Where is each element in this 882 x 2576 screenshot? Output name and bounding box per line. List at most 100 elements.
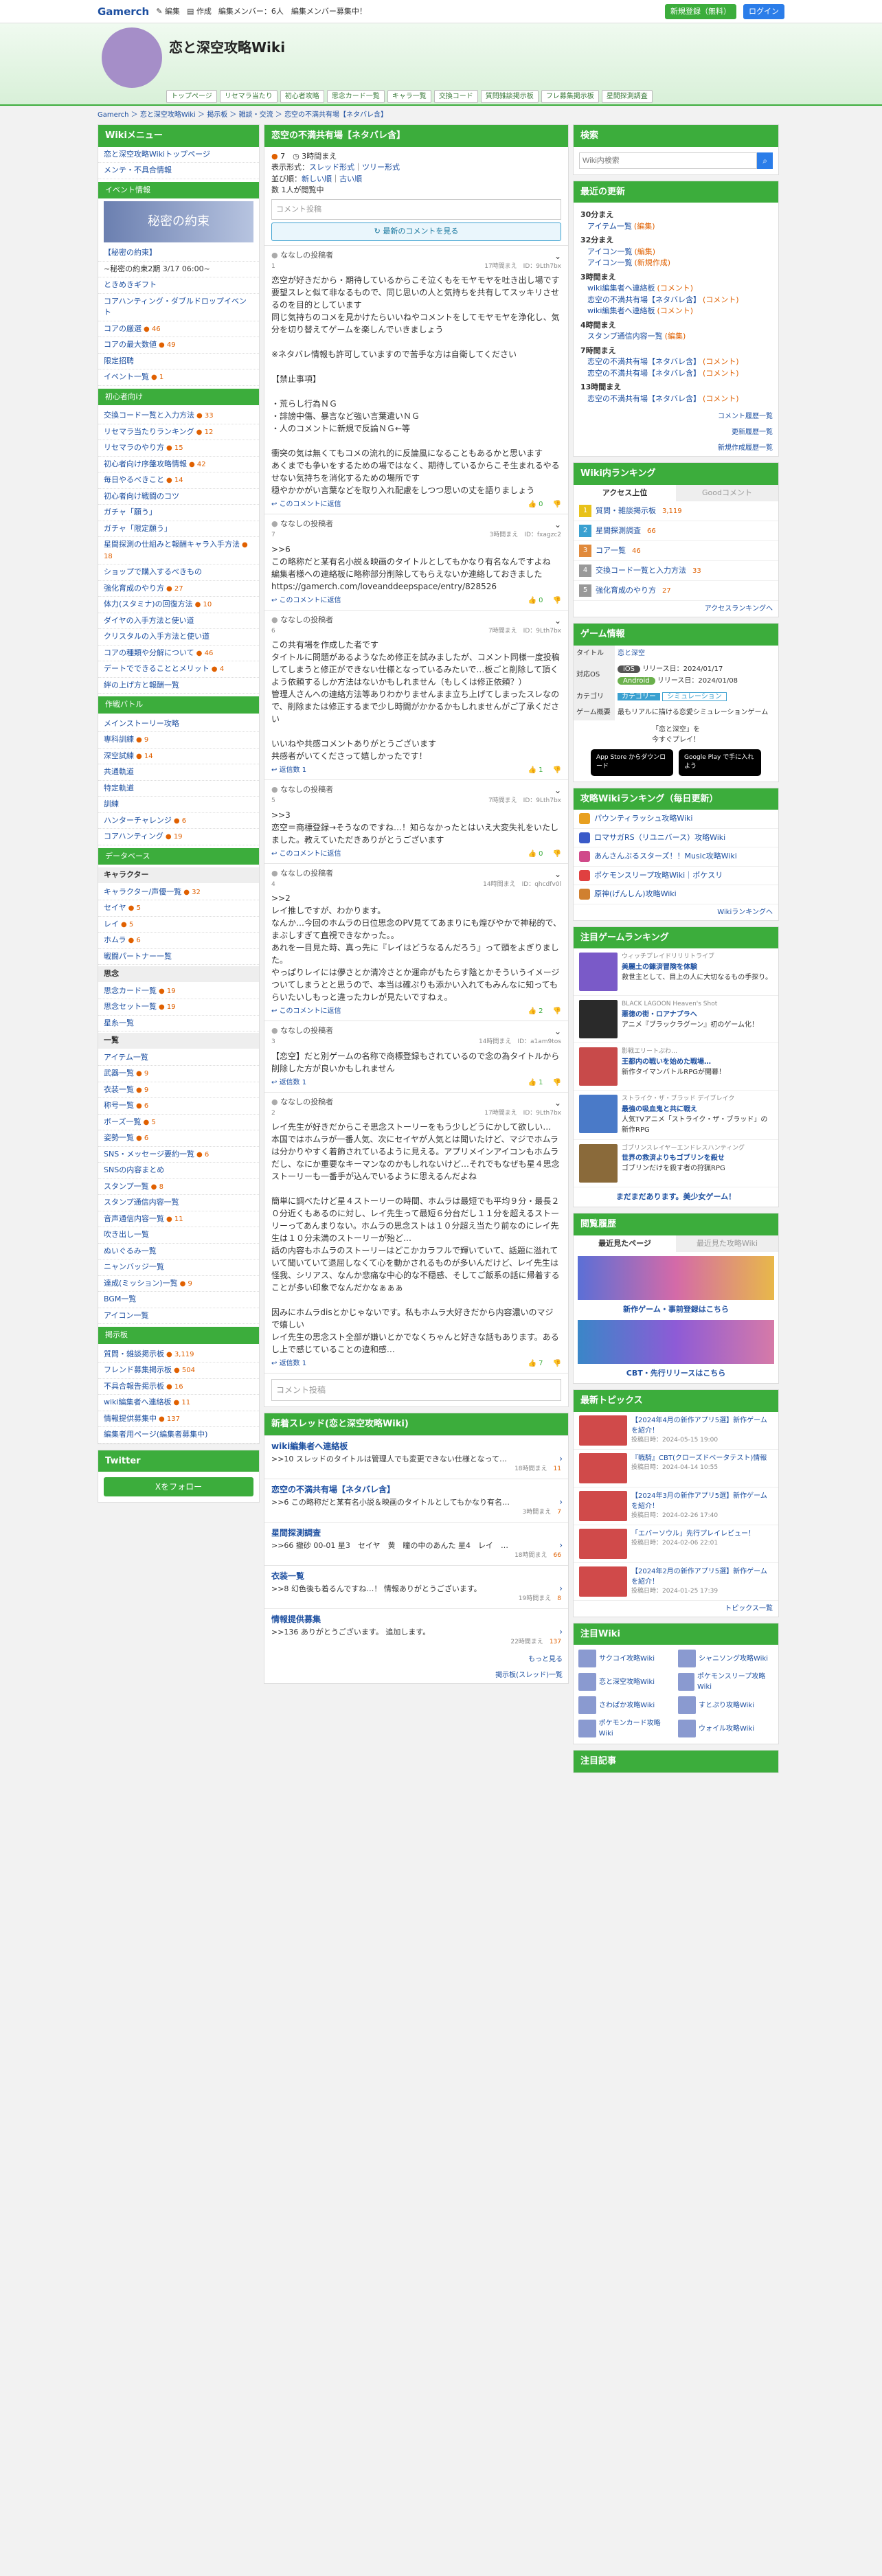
wiki-ranking-more[interactable]: Wikiランキングへ	[574, 904, 778, 920]
menu-item[interactable]: wiki編集者へ連絡板 ● 11	[98, 1395, 259, 1411]
menu-item[interactable]: スタンプ通信内容一覧	[98, 1195, 259, 1211]
featured-wiki-item[interactable]: ポケモンスリープ攻略Wiki	[676, 1669, 776, 1694]
tab-access[interactable]: アクセス上位	[574, 484, 676, 501]
menu-item[interactable]: 初心者向け戦闘のコツ	[98, 489, 259, 505]
featured-wiki-item[interactable]: ポケモンカード攻略Wiki	[576, 1716, 676, 1741]
wiki-ranking-item[interactable]: ポケモンスリープ攻略Wiki｜ポケスリ	[574, 867, 778, 885]
menu-item[interactable]: 初心者向け序盤攻略情報 ● 42	[98, 457, 259, 472]
header-nav-item[interactable]: 星間探測調査	[601, 90, 653, 103]
menu-item[interactable]: スタンプ一覧 ● 8	[98, 1179, 259, 1195]
more-link[interactable]: もっと見る	[264, 1652, 568, 1667]
update-item[interactable]: wiki編集者へ連絡板 (コメント)	[580, 283, 771, 295]
edit-link[interactable]: ✎ 編集	[156, 6, 180, 18]
menu-item[interactable]: ボーズ一覧 ● 5	[98, 1115, 259, 1130]
wiki-ranking-item[interactable]: あんさんぶるスターズ！！Music攻略Wiki	[574, 847, 778, 867]
menu-item[interactable]: コアハンティング・ダブルドロップイベント	[98, 294, 259, 321]
menu-item[interactable]: アイテム一覧	[98, 1050, 259, 1066]
menu-item[interactable]: リセマラ当たりランキング ● 12	[98, 424, 259, 440]
thumbs-down-icon[interactable]: 👎	[553, 1360, 561, 1367]
update-item[interactable]: 恋空の不満共有場【ネタバレ含】 (コメント)	[580, 394, 771, 405]
ranking-item[interactable]: 4 交換コード一覧と入力方法 33	[574, 561, 778, 581]
menu-item[interactable]: SNS・メッセージ要約一覧 ● 6	[98, 1147, 259, 1163]
like-button[interactable]: 👍 0 👎	[528, 595, 561, 606]
menu-item[interactable]: 毎日やるべきこと ● 14	[98, 472, 259, 489]
header-nav-item[interactable]: トップページ	[166, 90, 217, 103]
update-item[interactable]: 恋空の不満共有場【ネタバレ含】 (コメント)	[580, 368, 771, 380]
chevron-down-icon[interactable]: ⌄	[554, 518, 561, 531]
ranking-item[interactable]: 2 星間探測調査 66	[574, 521, 778, 541]
cbt-link[interactable]: CBT・先行リリースはこちら	[574, 1368, 778, 1384]
preregister-banner[interactable]	[578, 1256, 774, 1300]
chevron-down-icon[interactable]: ⌄	[554, 868, 561, 880]
like-button[interactable]: 👍 1 👎	[528, 1078, 561, 1088]
update-item[interactable]: スタンプ通信内容一覧 (編集)	[580, 331, 771, 343]
chevron-down-icon[interactable]: ⌄	[554, 615, 561, 627]
like-button[interactable]: 👍 7 👎	[528, 1358, 561, 1369]
member-info[interactable]: 編集メンバー：6人 編集メンバー募集中！	[218, 6, 658, 18]
wiki-title[interactable]: 恋と深空攻略Wiki	[169, 37, 285, 58]
update-history-link[interactable]: 更新履歴一覧	[574, 424, 778, 440]
game-ranking-foot[interactable]: まだまだあります。美少女ゲーム！	[574, 1187, 778, 1207]
update-item[interactable]: wiki編集者へ連絡板 (コメント)	[580, 306, 771, 317]
comment-input[interactable]: コメント投稿	[271, 198, 561, 220]
menu-item[interactable]: 姿勢一覧 ● 6	[98, 1130, 259, 1147]
update-history-link[interactable]: 新規作成履歴一覧	[574, 440, 778, 456]
topics-more[interactable]: トピックス一覧	[574, 1601, 778, 1617]
header-nav-item[interactable]: 初心者攻略	[280, 90, 324, 103]
featured-wiki-item[interactable]: シャニソング攻略Wiki	[676, 1648, 776, 1669]
menu-item[interactable]: イベント一覧 ● 1	[98, 369, 259, 386]
menu-item[interactable]: 専科訓練 ● 9	[98, 732, 259, 749]
menu-item[interactable]: ニャンバッジ一覧	[98, 1259, 259, 1276]
search-input[interactable]	[579, 152, 758, 169]
thumbs-down-icon[interactable]: 👎	[553, 1007, 561, 1015]
menu-item[interactable]: 限定招聘	[98, 354, 259, 369]
thread-item[interactable]: 恋空の不満共有場【ネタバレ含】 >>6 この略称だと某有名小説＆映画のタイトルとし…	[264, 1478, 568, 1522]
game-ranking-item[interactable]: ゴブリンスレイヤーエンドレスハンティング 世界の救済よりもゴブリンを殺せ ゴブリンだ…	[574, 1140, 778, 1187]
menu-item[interactable]: 思念セット一覧 ● 19	[98, 999, 259, 1016]
menu-item[interactable]: SNSの内容まとめ	[98, 1163, 259, 1179]
featured-wiki-item[interactable]: すとぷり攻略Wiki	[676, 1694, 776, 1716]
menu-item[interactable]: ガチャ「願う」	[98, 505, 259, 521]
featured-wiki-item[interactable]: 恋と深空攻略Wiki	[576, 1669, 676, 1694]
wiki-ranking-item[interactable]: ロマサガRS（リユニバース）攻略Wiki	[574, 829, 778, 847]
menu-item[interactable]: フレンド募集掲示板 ● 504	[98, 1363, 259, 1379]
like-button[interactable]: 👍 1 👎	[528, 765, 561, 775]
menu-item[interactable]: 共通軌道	[98, 764, 259, 781]
chevron-down-icon[interactable]: ⌄	[554, 1097, 561, 1109]
update-item[interactable]: アイテム一覧 (編集)	[580, 221, 771, 233]
menu-mente-link[interactable]: メンテ・不具合情報	[98, 163, 259, 179]
topic-item[interactable]: 『戦騎』CBT(クローズドベータテスト)情報 投稿日時：2024-04-14 10…	[574, 1450, 778, 1488]
menu-item[interactable]: レイ ● 5	[98, 917, 259, 933]
menu-item[interactable]: ダイヤの入手方法と使い道	[98, 613, 259, 629]
wiki-ranking-item[interactable]: パウンティラッシュ攻略Wiki	[574, 810, 778, 829]
menu-item[interactable]: 交換コード一覧と入力方法 ● 33	[98, 408, 259, 424]
like-button[interactable]: 👍 0 👎	[528, 849, 561, 859]
menu-item[interactable]: 星糸一覧	[98, 1016, 259, 1031]
menu-item[interactable]: リセマラのやり方 ● 15	[98, 440, 259, 457]
comment-input-bottom[interactable]: コメント投稿	[271, 1379, 561, 1401]
header-nav-item[interactable]: 思念カード一覧	[326, 90, 385, 103]
sort-new[interactable]: 新しい順	[302, 174, 332, 183]
login-button[interactable]: ログイン	[743, 3, 784, 20]
menu-item[interactable]: ぬいぐるみ一覧	[98, 1244, 259, 1259]
menu-item[interactable]: 称号一覧 ● 6	[98, 1098, 259, 1115]
menu-item[interactable]: 達成(ミッション)一覧 ● 9	[98, 1276, 259, 1292]
tab-recent-wiki[interactable]: 最近見た攻略Wiki	[676, 1235, 778, 1252]
featured-wiki-item[interactable]: サクコイ攻略Wiki	[576, 1648, 676, 1669]
menu-item[interactable]: ときめきギフト	[98, 277, 259, 294]
chevron-down-icon[interactable]: ⌄	[554, 784, 561, 797]
thread-item[interactable]: 星間探測調査 >>66 撤砂 00-01 星3 セイヤ 黄 瞳の中のあんた 星4 …	[264, 1521, 568, 1565]
thread-item[interactable]: wiki編集者へ連絡板 >>10 スレッドのタイトルは管理人でも変更できない仕様と…	[264, 1435, 568, 1479]
gamerch-logo[interactable]: Gamerch	[98, 4, 149, 20]
preregister-link[interactable]: 新作ゲーム・事前登録はこちら	[574, 1304, 778, 1316]
topic-item[interactable]: 【2024年4月の新作アプリ5選】新作ゲームを紹介！ 投稿日時：2024-05-1…	[574, 1412, 778, 1450]
game-ranking-item[interactable]: 影戦エリートぷわ… 王都内の戦いを始めた戦場… 新作タイマンバトルRPGが開幕！	[574, 1043, 778, 1091]
menu-item[interactable]: 星間探測の仕組みと報酬キャラ入手方法 ● 18	[98, 537, 259, 565]
header-nav-item[interactable]: 交換コード	[433, 90, 478, 103]
thumbs-down-icon[interactable]: 👎	[553, 501, 561, 508]
search-icon[interactable]: ⌕	[757, 152, 773, 169]
reply-link[interactable]: ↩ 返信数 1	[271, 1358, 306, 1369]
mode-thread[interactable]: スレッド形式	[309, 163, 354, 172]
ranking-item[interactable]: 3 コア一覧 46	[574, 541, 778, 561]
header-nav-item[interactable]: 質問雑談掲示板	[480, 90, 539, 103]
